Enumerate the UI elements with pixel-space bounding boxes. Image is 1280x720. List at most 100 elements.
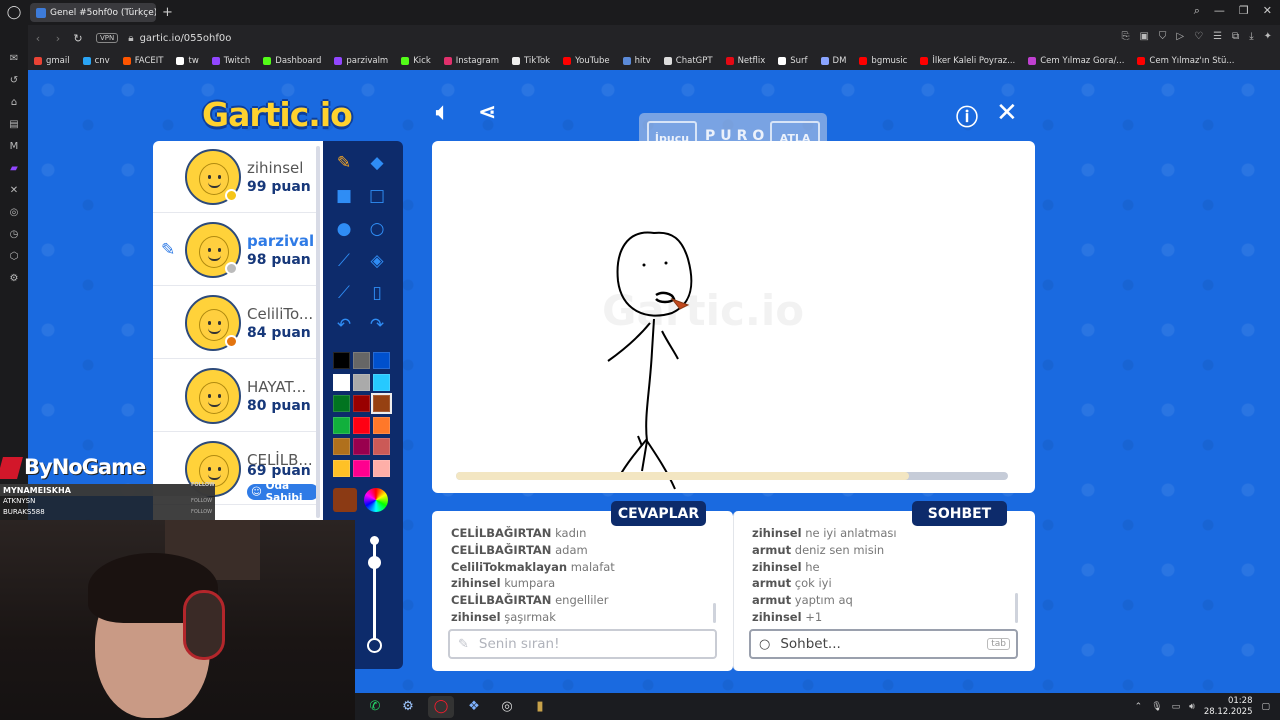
browser-tab[interactable]: Genel #5ohf0o (Türkçe) ✕ <box>30 3 156 22</box>
fill-bucket-icon[interactable]: ◈ <box>365 249 389 273</box>
bookmark-item[interactable]: cnv <box>82 56 110 66</box>
color-swatch[interactable] <box>373 416 390 434</box>
pinboard-icon[interactable]: ⬡ <box>10 251 19 262</box>
bookmark-item[interactable]: TikTok <box>512 56 550 66</box>
color-swatch[interactable] <box>353 395 370 412</box>
color-swatch[interactable] <box>333 438 350 455</box>
heart-icon[interactable]: ♡ <box>1194 31 1203 42</box>
bookmark-item[interactable]: Instagram <box>443 56 499 66</box>
color-swatch[interactable] <box>353 352 370 369</box>
mail-icon[interactable]: M <box>10 141 19 152</box>
shield-icon[interactable]: ⛉ <box>1159 31 1167 42</box>
settings-icon[interactable]: ⚙ <box>10 273 19 284</box>
minimize-icon[interactable]: — <box>1214 4 1225 18</box>
close-window-icon[interactable]: ✕ <box>1263 4 1272 18</box>
color-swatch[interactable] <box>353 373 370 391</box>
bookmark-item[interactable]: DM <box>820 56 846 66</box>
circle-icon[interactable]: ○ <box>365 217 389 241</box>
color-swatch[interactable] <box>333 352 350 369</box>
extension-icon[interactable]: ⧉ <box>1232 31 1239 42</box>
forward-icon[interactable]: › <box>48 32 68 45</box>
games-icon[interactable]: ⌂ <box>11 97 17 108</box>
brush-size-large[interactable] <box>367 638 382 653</box>
pencil-icon[interactable]: ✎ <box>332 151 356 175</box>
player-row[interactable]: HAYAT... 80 puan <box>153 360 318 432</box>
color-wheel-icon[interactable] <box>364 488 388 512</box>
color-swatch[interactable] <box>333 373 350 391</box>
color-swatch[interactable] <box>373 352 390 369</box>
brush-size-small[interactable] <box>370 536 379 545</box>
sound-icon[interactable]: 🔈︎ <box>436 100 449 125</box>
exit-icon[interactable]: ✕ <box>996 98 1018 128</box>
answers-scrollbar[interactable] <box>713 603 716 623</box>
chat-input[interactable]: ○ Sohbet... tab <box>749 629 1018 659</box>
url-field[interactable]: gartic.io/055ohf0o <box>140 33 232 44</box>
vpn-badge[interactable]: VPN <box>96 33 119 43</box>
share-icon[interactable]: ⋖ <box>478 100 496 125</box>
bookmark-item[interactable]: hitv <box>622 56 651 66</box>
filled-circle-icon[interactable]: ● <box>332 217 356 241</box>
mic-icon[interactable]: 🎙︎ <box>1151 702 1162 712</box>
players-scrollbar[interactable] <box>316 146 320 518</box>
filled-rect-icon[interactable]: ■ <box>332 184 356 208</box>
menu-icon[interactable]: ☰ <box>1213 31 1222 42</box>
bookmark-item[interactable]: gmail <box>34 56 70 66</box>
info-icon[interactable]: ⓘ <box>956 100 978 132</box>
back-icon[interactable]: ‹ <box>28 32 48 45</box>
volume-icon[interactable]: 🔊︎ <box>1189 702 1195 712</box>
color-swatch[interactable] <box>333 459 350 477</box>
tray-expand-icon[interactable]: ⌃ <box>1135 702 1143 712</box>
opera-menu-icon[interactable]: ◯ <box>0 0 28 25</box>
league-icon[interactable]: ▮ <box>527 696 553 718</box>
color-swatch[interactable] <box>353 438 370 455</box>
undo-icon[interactable]: ↶ <box>332 313 356 337</box>
rect-icon[interactable]: □ <box>365 184 389 208</box>
drawing-canvas[interactable]: Gartic.io <box>432 141 1035 493</box>
color-swatch[interactable] <box>353 459 370 477</box>
history-icon[interactable]: ↺ <box>10 75 18 86</box>
color-swatch[interactable] <box>371 393 392 414</box>
color-swatch[interactable] <box>373 459 390 477</box>
color-swatch[interactable] <box>333 416 350 434</box>
player-icon[interactable]: ◎ <box>10 207 19 218</box>
player-row[interactable]: CeliliTo... 84 puan <box>153 287 318 359</box>
answer-input[interactable]: ✎ Senin sıran! <box>448 629 717 659</box>
x-icon[interactable]: ✕ <box>10 185 18 196</box>
color-swatch[interactable] <box>373 438 390 455</box>
bookmark-item[interactable]: Dashboard <box>263 56 321 66</box>
bookmark-item[interactable]: tw <box>176 56 199 66</box>
bookmark-item[interactable]: Cem Yılmaz'ın Stü... <box>1137 56 1234 66</box>
eraser-icon[interactable]: ◆ <box>365 151 389 175</box>
bookmark-item[interactable]: ChatGPT <box>663 56 713 66</box>
whatsapp-icon[interactable]: ✆ <box>362 696 388 718</box>
color-swatch[interactable] <box>333 395 350 412</box>
gartic-logo[interactable]: Gartic.io <box>202 95 353 134</box>
bookmark-item[interactable]: parzivalm <box>334 56 388 66</box>
bookmark-page-icon[interactable]: ⎘ <box>1121 31 1129 42</box>
bookmark-item[interactable]: bgmusic <box>859 56 907 66</box>
bookmark-item[interactable]: Netflix <box>725 56 765 66</box>
ai-icon[interactable]: ✦ <box>1264 31 1272 42</box>
new-tab-icon[interactable]: + <box>162 5 173 20</box>
brush-size-handle[interactable] <box>368 556 381 569</box>
line-icon[interactable]: ⟋ <box>332 249 356 273</box>
redo-icon[interactable]: ↷ <box>365 313 389 337</box>
clear-page-icon[interactable]: ▯ <box>365 281 389 305</box>
game-launcher-icon[interactable]: ◎ <box>494 696 520 718</box>
reload-icon[interactable]: ↻ <box>68 32 88 45</box>
color-swatch[interactable] <box>353 416 370 434</box>
steam-icon[interactable]: ⚙ <box>395 696 421 718</box>
snapshot-icon[interactable]: ▣ <box>1139 31 1148 42</box>
clock[interactable]: 01:28 28.12.2025 <box>1204 696 1253 718</box>
bookmark-item[interactable]: FACEIT <box>122 56 163 66</box>
network-icon[interactable]: ▭ <box>1172 702 1181 712</box>
search-tabs-icon[interactable]: ⌕ <box>1194 4 1200 18</box>
app-icon[interactable]: ❖ <box>461 696 487 718</box>
messenger-icon[interactable]: ✉ <box>10 53 18 64</box>
opera-gx-icon[interactable]: ◯ <box>428 695 454 718</box>
eyedropper-icon[interactable]: ⟋ <box>332 281 356 305</box>
bookmark-item[interactable]: İlker Kaleli Poyraz... <box>920 56 1015 66</box>
current-color-swatch[interactable] <box>333 488 357 512</box>
notifications-icon[interactable]: ▢ <box>1261 702 1270 712</box>
download-icon[interactable]: ⤓ <box>1249 31 1253 42</box>
